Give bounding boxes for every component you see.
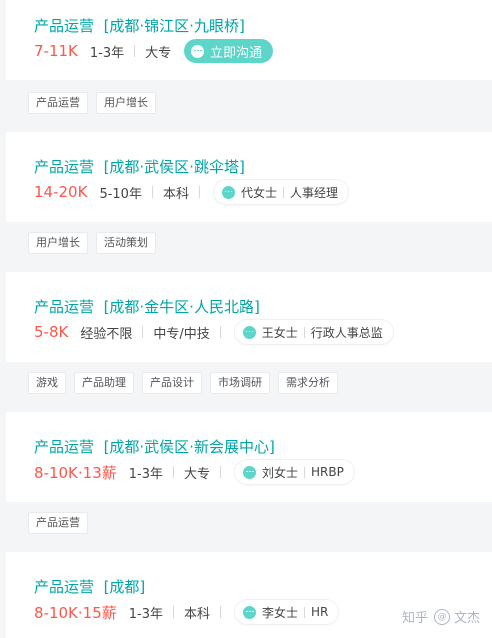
recruiter-name: 代女士 xyxy=(240,185,277,200)
job-title-link[interactable]: 产品运营 [成都·武侯区·新会展中心] xyxy=(34,436,275,457)
chat-now-label: 立即沟通 xyxy=(210,45,263,61)
recruiter-chip[interactable]: 刘女士 HRBP xyxy=(235,460,354,484)
education: 本科 xyxy=(162,186,189,202)
job-title-link[interactable]: 产品运营 [成都·金牛区·人民北路] xyxy=(34,296,260,317)
divider xyxy=(172,606,174,618)
experience: 1-3年 xyxy=(128,606,163,622)
divider xyxy=(304,466,306,478)
watermark-platform: 知乎 xyxy=(401,611,428,626)
experience: 5-10年 xyxy=(99,186,142,202)
recruiter-chip[interactable]: 李女士 HR xyxy=(235,600,339,624)
salary: 5-8K xyxy=(34,323,69,341)
recruiter-role: 人事经理 xyxy=(289,185,338,200)
job-location[interactable]: [成都·金牛区·人民北路] xyxy=(104,298,260,316)
job-location[interactable]: [成都] xyxy=(104,578,146,596)
job-title-link[interactable]: 产品运营 [成都·锦江区·九眼桥] xyxy=(34,15,245,36)
divider xyxy=(142,326,144,338)
job-tags: 用户增长 活动策划 xyxy=(28,232,156,254)
tag: 产品运营 xyxy=(28,512,88,534)
chat-now-button[interactable]: 立即沟通 xyxy=(184,39,274,63)
job-card[interactable]: 产品运营 [成都·金牛区·人民北路] 5-8K 经验不限 中专/中技 王女士 行… xyxy=(6,272,492,362)
job-tags: 产品运营 用户增长 xyxy=(28,92,156,114)
job-title[interactable]: 产品运营 xyxy=(34,158,94,176)
salary: 14-20K xyxy=(34,183,88,201)
recruiter-role: HR xyxy=(311,605,329,619)
education: 大专 xyxy=(145,45,172,61)
tag: 需求分析 xyxy=(278,372,338,394)
tag: 用户增长 xyxy=(96,92,156,114)
tag: 活动策划 xyxy=(96,232,156,254)
divider xyxy=(304,606,306,618)
divider xyxy=(220,606,221,618)
watermark-author: 文杰 xyxy=(453,611,480,626)
job-title[interactable]: 产品运营 xyxy=(34,298,94,316)
job-info-row: 5-8K 经验不限 中专/中技 王女士 行政人事总监 xyxy=(34,319,393,345)
job-location[interactable]: [成都·锦江区·九眼桥] xyxy=(104,17,245,35)
recruiter-chip[interactable]: 王女士 行政人事总监 xyxy=(234,320,393,344)
job-location[interactable]: [成都·武侯区·跳伞塔] xyxy=(104,158,245,176)
tag: 用户增长 xyxy=(28,232,88,254)
job-tags: 产品运营 xyxy=(28,512,88,534)
experience: 经验不限 xyxy=(80,326,133,342)
education: 本科 xyxy=(183,606,210,622)
divider xyxy=(303,326,305,338)
job-card[interactable]: 产品运营 [成都·武侯区·新会展中心] 8-10K·13薪 1-3年 大专 刘女… xyxy=(6,412,492,502)
recruiter-name: 刘女士 xyxy=(262,465,299,480)
job-card[interactable]: 产品运营 [成都·武侯区·跳伞塔] 14-20K 5-10年 本科 代女士 人事… xyxy=(6,132,492,222)
chat-bubble-icon xyxy=(191,44,205,58)
chat-bubble-icon xyxy=(242,325,256,339)
tag: 产品设计 xyxy=(142,372,202,394)
recruiter-role: HRBP xyxy=(311,465,344,479)
education: 中专/中技 xyxy=(153,326,210,342)
divider xyxy=(134,45,136,57)
education: 大专 xyxy=(183,466,210,482)
tag: 游戏 xyxy=(28,372,66,394)
recruiter-name: 李女士 xyxy=(262,605,299,620)
job-title[interactable]: 产品运营 xyxy=(34,17,94,35)
chat-bubble-icon xyxy=(243,465,256,479)
divider xyxy=(219,326,221,338)
job-title[interactable]: 产品运营 xyxy=(34,438,94,456)
divider xyxy=(172,466,174,478)
job-title-link[interactable]: 产品运营 [成都] xyxy=(34,576,145,597)
zhihu-watermark: 知乎 @ 文杰 xyxy=(402,607,480,626)
job-info-row: 8-10K·15薪 1-3年 本科 李女士 HR xyxy=(34,599,339,625)
divider xyxy=(220,466,221,478)
salary: 8-10K·15薪 xyxy=(34,603,117,622)
job-title-link[interactable]: 产品运营 [成都·武侯区·跳伞塔] xyxy=(34,156,245,177)
recruiter-name: 王女士 xyxy=(261,325,298,340)
tag: 产品运营 xyxy=(28,92,88,114)
job-title[interactable]: 产品运营 xyxy=(34,578,94,596)
experience: 1-3年 xyxy=(128,466,163,482)
job-location[interactable]: [成都·武侯区·新会展中心] xyxy=(104,438,275,456)
experience: 1-3年 xyxy=(89,45,125,61)
job-card[interactable]: 产品运营 [成都·锦江区·九眼桥] 7-11K 1-3年 大专 立即沟通 xyxy=(6,0,492,80)
divider xyxy=(151,186,153,198)
recruiter-role: 行政人事总监 xyxy=(310,325,383,340)
tag: 产品助理 xyxy=(74,372,134,394)
salary: 8-10K·13薪 xyxy=(34,463,117,482)
tag: 市场调研 xyxy=(210,372,270,394)
divider xyxy=(198,186,200,198)
job-tags: 游戏 产品助理 产品设计 市场调研 需求分析 xyxy=(28,372,338,394)
salary: 7-11K xyxy=(34,42,78,60)
job-info-row: 8-10K·13薪 1-3年 大专 刘女士 HRBP xyxy=(34,459,354,485)
chat-bubble-icon xyxy=(243,605,256,619)
divider xyxy=(282,186,284,198)
chat-bubble-icon xyxy=(221,185,235,199)
job-info-row: 14-20K 5-10年 本科 代女士 人事经理 xyxy=(34,179,348,205)
recruiter-chip[interactable]: 代女士 人事经理 xyxy=(213,180,348,204)
job-info-row: 7-11K 1-3年 大专 立即沟通 xyxy=(34,38,274,64)
at-icon: @ xyxy=(433,608,450,625)
